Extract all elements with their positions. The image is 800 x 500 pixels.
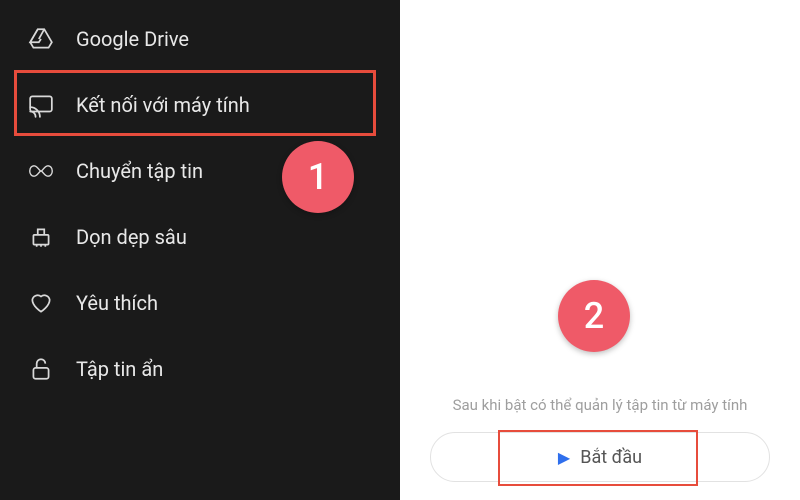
menu-item-label: Tập tin ẩn <box>76 357 163 381</box>
play-icon: ▶ <box>558 448 570 467</box>
menu-item-label: Kết nối với máy tính <box>76 93 250 117</box>
connect-panel: Sau khi bật có thể quản lý tập tin từ má… <box>400 0 800 500</box>
settings-menu: Google Drive Kết nối với máy tính Chuyển… <box>0 0 400 500</box>
annotation-step-1: 1 <box>282 141 354 213</box>
menu-item-hidden-files[interactable]: Tập tin ẩn <box>0 336 400 402</box>
menu-item-label: Google Drive <box>76 27 189 51</box>
start-button[interactable]: ▶ Bắt đầu <box>430 432 770 482</box>
menu-item-connect-computer[interactable]: Kết nối với máy tính <box>0 72 400 138</box>
google-drive-icon <box>28 26 54 52</box>
menu-item-label: Yêu thích <box>76 291 158 315</box>
broom-icon <box>28 224 54 250</box>
hint-text: Sau khi bật có thể quản lý tập tin từ má… <box>400 396 800 414</box>
menu-item-favorites[interactable]: Yêu thích <box>0 270 400 336</box>
menu-item-google-drive[interactable]: Google Drive <box>0 6 400 72</box>
menu-item-label: Dọn dẹp sâu <box>76 225 187 249</box>
menu-item-label: Chuyển tập tin <box>76 159 203 183</box>
heart-icon <box>28 290 54 316</box>
start-button-label: Bắt đầu <box>580 447 642 468</box>
infinity-icon <box>28 158 54 184</box>
lock-icon <box>28 356 54 382</box>
menu-item-deep-clean[interactable]: Dọn dẹp sâu <box>0 204 400 270</box>
annotation-step-2: 2 <box>558 280 630 352</box>
cast-icon <box>28 92 54 118</box>
